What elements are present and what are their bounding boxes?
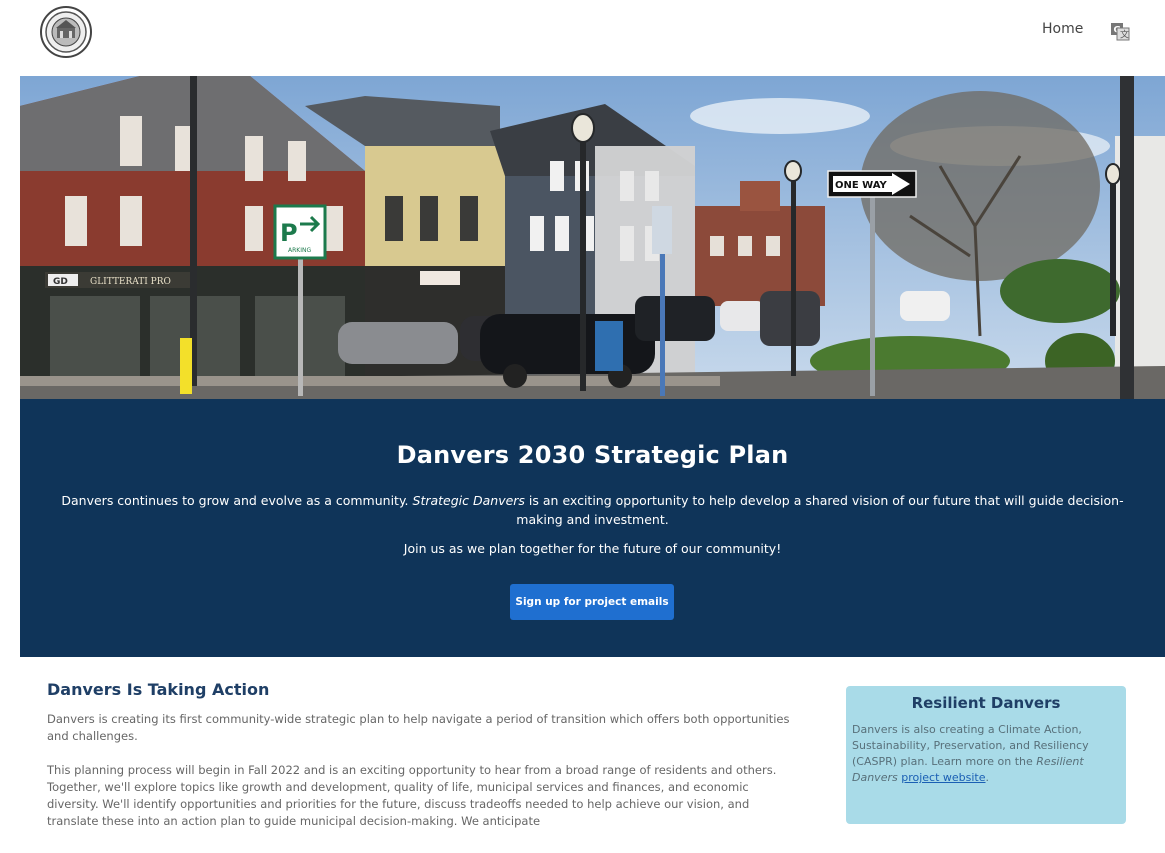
top-bar: Home G 文: [0, 0, 1165, 76]
store-logo-text: GD: [53, 277, 68, 287]
banner-description-text-end: is an exciting opportunity to help devel…: [516, 493, 1124, 527]
svg-text:文: 文: [1120, 29, 1129, 41]
banner-description: Danvers continues to grow and evolve as …: [60, 491, 1125, 529]
action-paragraph-2: This planning process will begin in Fall…: [47, 763, 777, 828]
one-way-sign-text: ONE WAY: [835, 180, 888, 191]
resilient-heading: Resilient Danvers: [911, 694, 1061, 712]
banner-description-emphasis: Strategic Danvers: [412, 493, 525, 508]
action-paragraph-1: Danvers is creating its first community-…: [47, 712, 790, 743]
action-heading: Danvers Is Taking Action: [47, 680, 270, 699]
resilient-text: Danvers is also creating a Climate Actio…: [852, 722, 1120, 786]
translate-icon[interactable]: G 文: [1111, 23, 1130, 41]
downtown-street-photo: GD GLITTERATI PRO P ARKING ONE WAY: [20, 76, 1165, 399]
banner-description-text: Danvers continues to grow and evolve as …: [61, 493, 413, 508]
resilient-text-end: .: [985, 771, 990, 784]
nav-home-link[interactable]: Home: [1042, 21, 1083, 37]
action-section: Danvers Is Taking Action Danvers is crea…: [47, 680, 792, 847]
signup-button[interactable]: Sign up for project emails: [510, 584, 674, 620]
hero-banner: Danvers 2030 Strategic Plan Danvers cont…: [20, 399, 1165, 657]
town-seal-icon[interactable]: [40, 6, 92, 58]
hero-image: GD GLITTERATI PRO P ARKING ONE WAY: [20, 76, 1165, 399]
banner-join-text: Join us as we plan together for the futu…: [403, 541, 782, 556]
store-name-text: GLITTERATI PRO: [90, 277, 171, 287]
parking-sign-word: ARKING: [288, 247, 311, 254]
parking-sign-letter: P: [280, 219, 298, 247]
resilient-danvers-callout: Resilient Danvers Danvers is also creati…: [846, 686, 1126, 824]
project-website-link[interactable]: project website: [901, 771, 985, 784]
page-title: Danvers 2030 Strategic Plan: [396, 441, 789, 469]
